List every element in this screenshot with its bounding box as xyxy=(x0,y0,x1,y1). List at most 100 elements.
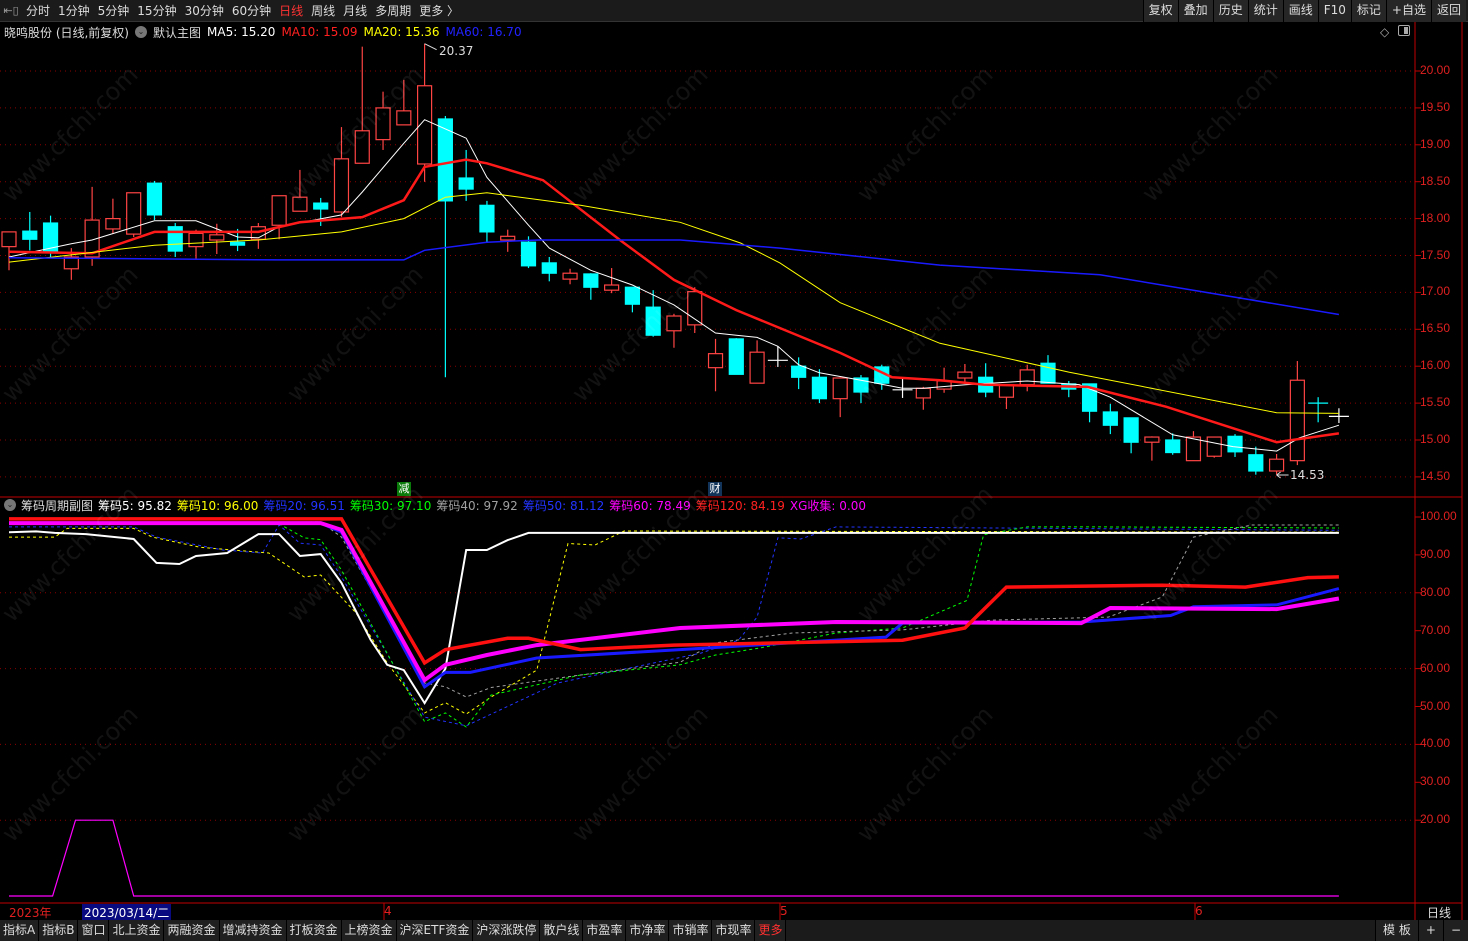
candle-up xyxy=(1185,436,1202,462)
candle-down xyxy=(728,338,744,375)
price-tick-label: 15.50 xyxy=(1420,395,1451,410)
candle-up xyxy=(666,315,682,332)
sub-tick-label: 60.00 xyxy=(1420,660,1451,675)
candle-down xyxy=(458,177,474,190)
sub-tick-label: 100.00 xyxy=(1420,509,1457,523)
chevron-down-icon[interactable]: ⌄ xyxy=(135,26,147,38)
ma60-value: MA60: 16.70 xyxy=(445,25,522,39)
indicator-tab[interactable]: 打板资金 xyxy=(286,920,342,941)
candle-up xyxy=(271,195,287,226)
candle-up xyxy=(105,218,121,230)
zoom-out-button[interactable]: − xyxy=(1442,920,1468,941)
indicator-tab[interactable]: 散户线 xyxy=(540,920,584,941)
template-name[interactable]: 默认主图 xyxy=(153,24,201,41)
candle-down xyxy=(520,241,537,267)
month-label-6: 6 xyxy=(1195,904,1203,918)
panel-toggle-icon[interactable] xyxy=(1398,25,1410,36)
price-tick-label: 17.50 xyxy=(1420,247,1451,262)
candle-down xyxy=(167,226,183,252)
candle-up xyxy=(604,284,620,291)
price-tick-label: 20.00 xyxy=(1420,63,1451,77)
indicator-tab[interactable]: 市净率 xyxy=(626,920,670,941)
price-tick-label: 19.50 xyxy=(1420,99,1451,114)
candle-up xyxy=(687,291,703,326)
sub-series-value: XG收集: 0.00 xyxy=(789,498,867,513)
candle-down xyxy=(1227,435,1243,453)
candle-up xyxy=(749,351,765,384)
sub-tick-label: 80.00 xyxy=(1420,584,1451,599)
month-label-4: 4 xyxy=(384,904,392,918)
template-button[interactable]: 模 板 xyxy=(1375,920,1418,941)
sub-tick-label: 70.00 xyxy=(1420,622,1451,637)
indicator-tab[interactable]: 沪深涨跌停 xyxy=(473,920,541,941)
sub-series-value: 筹码20: 96.51 xyxy=(263,498,345,513)
month-label-5: 5 xyxy=(780,904,788,918)
stock-title[interactable]: 晓鸣股份 (日线,前复权) xyxy=(4,24,129,41)
sub-series-value: 筹码30: 97.10 xyxy=(349,498,432,513)
indicator-tab[interactable]: 市现率 xyxy=(712,920,756,941)
sub-tick-label: 50.00 xyxy=(1420,698,1451,713)
candle-up xyxy=(1144,436,1160,443)
sub-tick-label: 90.00 xyxy=(1420,546,1451,561)
indicator-tab[interactable]: 两融资金 xyxy=(164,920,220,941)
sub-series-value: 筹码40: 97.92 xyxy=(436,498,518,513)
sub-tick-label: 20.00 xyxy=(1420,812,1451,827)
sub-tick-label: 30.00 xyxy=(1420,774,1451,789)
candle-down xyxy=(146,182,163,216)
indicator-tab[interactable]: 上榜资金 xyxy=(341,920,397,941)
indicator-tab[interactable]: 指标B xyxy=(39,920,79,941)
price-tick-label: 16.00 xyxy=(1420,358,1451,373)
candle-down xyxy=(1123,417,1139,443)
indicator-tab[interactable]: 增减持资金 xyxy=(219,920,287,941)
candle-up xyxy=(375,107,391,141)
candle-up xyxy=(354,130,370,164)
candle-up xyxy=(998,384,1015,398)
candle-down xyxy=(541,262,557,274)
candle-down xyxy=(22,230,38,240)
candle-up xyxy=(915,387,931,399)
candle-up xyxy=(396,110,412,126)
candle-down xyxy=(229,241,246,246)
high-price-label: 20.37 xyxy=(439,44,474,58)
indicator-tab[interactable]: 沪深ETF资金 xyxy=(396,920,474,941)
price-tick-label: 14.50 xyxy=(1420,468,1451,483)
chart-background xyxy=(0,22,1462,920)
indicator-tabs: 指标A 指标B 窗口 北上资金 两融资金 增减持资金 打板资金 上榜资金 沪深ETF资金 沪深涨跌… xyxy=(0,920,1468,941)
low-price-label: 14.53 xyxy=(1290,468,1325,482)
candle-up xyxy=(957,371,973,379)
indicator-tab[interactable]: 市盈率 xyxy=(583,920,627,941)
indicator-tab[interactable]: 北上资金 xyxy=(109,920,165,941)
indicator-tab[interactable]: 更多 xyxy=(755,920,787,941)
marker-cai[interactable]: 财 xyxy=(708,482,722,496)
candle-up xyxy=(562,272,578,280)
candle-down xyxy=(811,376,828,400)
candle-up xyxy=(707,353,724,369)
candle-down xyxy=(583,273,599,288)
price-tick-label: 18.00 xyxy=(1420,210,1451,225)
sub-series-value: 筹码50: 81.12 xyxy=(522,498,605,513)
candle-down xyxy=(791,365,807,378)
candle-up xyxy=(1206,436,1222,457)
indicator-tab[interactable]: 市销率 xyxy=(669,920,713,941)
chevron-down-icon[interactable]: ⌄ xyxy=(4,499,16,511)
indicator-tab[interactable]: 指标A xyxy=(0,920,40,941)
candle-down xyxy=(479,204,495,233)
zoom-in-button[interactable]: + xyxy=(1417,920,1443,941)
price-tick-label: 16.50 xyxy=(1420,321,1451,336)
kline-chart[interactable] xyxy=(0,0,1468,941)
candle-up xyxy=(126,192,142,235)
sub-chart-title[interactable]: 筹码周期副图 xyxy=(21,497,93,514)
marker-jian[interactable]: 减 xyxy=(397,482,411,496)
diamond-icon[interactable]: ◇ xyxy=(1380,25,1389,39)
ma10-value: MA10: 15.09 xyxy=(281,25,358,39)
candle-down xyxy=(624,286,641,305)
indicator-tab[interactable]: 窗口 xyxy=(78,920,110,941)
candle-up xyxy=(1,231,17,248)
price-tick-label: 18.50 xyxy=(1420,173,1451,188)
candle-up xyxy=(333,158,350,213)
sub-tick-label: 40.00 xyxy=(1420,736,1451,751)
candle-up xyxy=(832,377,848,400)
year-label: 2023年 xyxy=(9,906,52,920)
candle-down xyxy=(1102,411,1118,426)
candle-up xyxy=(1268,458,1285,472)
